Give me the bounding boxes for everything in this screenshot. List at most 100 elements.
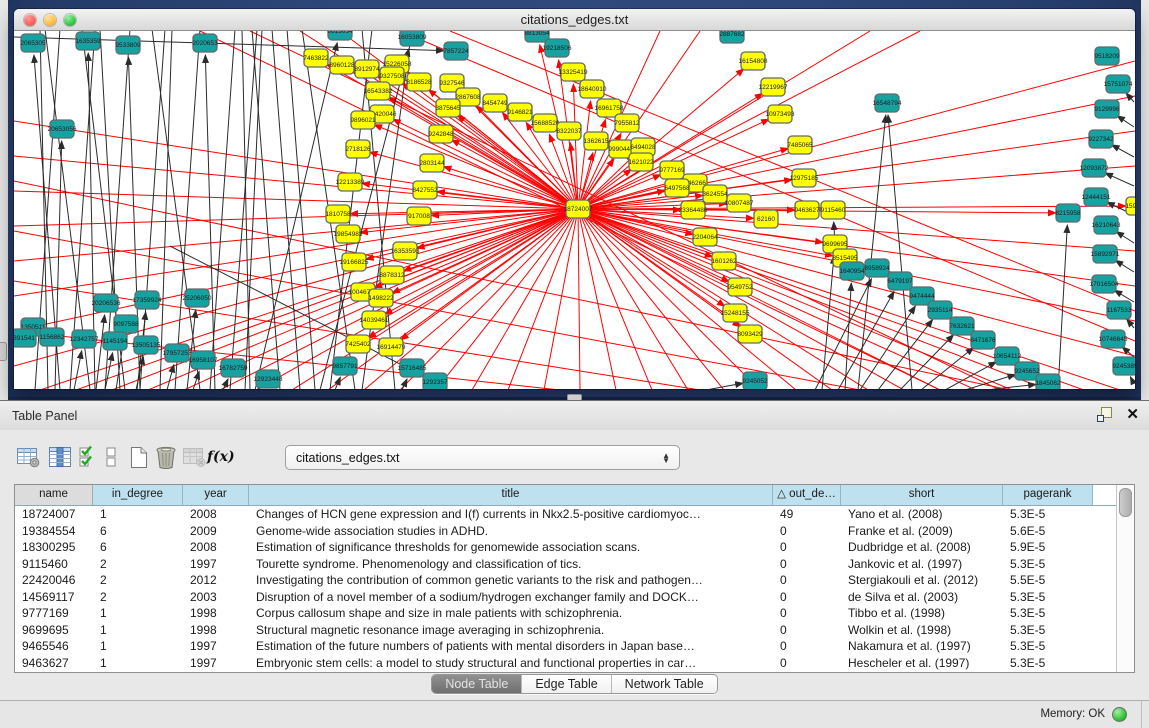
graph-edge[interactable] [822,256,834,389]
column-header-pagerank[interactable]: pagerank [1003,485,1093,505]
cell-short: Hescheler et al. (1997) [841,655,1003,672]
graph-node-label: 9474444 [909,293,935,300]
graph-edge[interactable] [370,152,578,209]
table-row[interactable]: 1456911722003Disruption of a novel membe… [15,589,1116,606]
function-builder-icon[interactable]: f(x) [207,444,235,470]
vertical-scrollbar[interactable] [1116,485,1134,672]
column-header-title[interactable]: title [249,485,773,505]
graph-edge[interactable] [578,209,1135,356]
graph-edge[interactable] [96,315,105,389]
tab-node-table[interactable]: Node Table [432,675,521,693]
table-panel-titlebar[interactable]: Table Panel ✕ [0,400,1149,431]
memory-status-led-icon[interactable] [1112,707,1127,722]
graph-edge[interactable] [14,209,578,296]
graph-edge[interactable] [578,61,1135,209]
network-svg[interactable]: 1872400774638228960128891297415226058932… [14,31,1135,389]
graph-node-label: 17359924 [133,297,162,304]
close-window-button[interactable] [24,14,36,26]
graph-edge[interactable] [578,209,1135,251]
close-panel-icon[interactable]: ✕ [1126,407,1139,422]
graph-edge[interactable] [160,31,172,389]
cell-year: 1997 [183,556,249,573]
graph-edge[interactable] [706,383,743,389]
graph-edge[interactable] [1114,290,1134,302]
table-row[interactable]: 977716911998Corpus callosum shape and si… [15,605,1116,622]
graph-edge[interactable] [14,191,578,209]
graph-edge[interactable] [1115,260,1134,272]
clear-selection-checkboxes-icon[interactable] [104,444,118,470]
table-row[interactable]: 969969511998Structural magnetic resonanc… [15,622,1116,639]
table-row[interactable]: 911546021997Tourette syndrome. Phenomeno… [15,556,1116,573]
network-canvas[interactable]: 1872400774638228960128891297415226058932… [14,31,1135,389]
graph-node-label: 9327546 [439,80,465,87]
network-view-window[interactable]: citations_edges.txt 18724007746382289601… [14,9,1135,389]
graph-edge[interactable] [205,55,215,389]
column-header-year[interactable]: year [183,485,249,505]
cell-out_degree: 0 [773,539,841,556]
graph-edge[interactable] [1116,231,1134,243]
graph-edge[interactable] [578,206,1126,209]
graph-edge[interactable] [858,115,886,389]
cell-short: Jankovic et al. (1997) [841,556,1003,573]
show-columns-icon[interactable] [48,444,73,470]
float-panel-icon[interactable] [1097,407,1112,422]
graph-node-label: 1362615 [583,138,609,145]
graph-edge[interactable] [252,31,280,389]
graph-edge[interactable] [578,209,904,389]
graph-edge[interactable] [578,209,796,389]
table-row[interactable]: 1830029562008Estimation of significance … [15,539,1116,556]
table-row[interactable]: 2242004622012Investigating the contribut… [15,572,1116,589]
graph-node-label: 9518209 [1094,53,1120,60]
graph-edge[interactable] [335,377,340,389]
graph-node-label: 7632621 [949,323,975,330]
tab-edge-table[interactable]: Edge Table [521,675,610,693]
graph-edge[interactable] [400,209,578,389]
graph-edge[interactable] [1122,347,1134,357]
graph-edge[interactable] [1130,377,1134,384]
graph-edge[interactable] [74,351,82,389]
graph-edge[interactable] [55,141,62,389]
table-settings-icon[interactable] [16,444,41,470]
select-all-checkboxes-icon[interactable] [78,444,100,470]
graph-node-label: 7857224 [443,48,469,55]
table-select-value: citations_edges.txt [296,451,662,465]
graph-edge[interactable] [578,209,1012,389]
column-header-name[interactable]: name [15,485,93,505]
column-header-short[interactable]: short [841,485,1003,505]
delete-attribute-trash-icon[interactable] [154,444,178,470]
graph-edge[interactable] [578,209,1120,389]
graph-edge[interactable] [1117,116,1134,127]
delete-table-icon [182,444,207,470]
table-row[interactable]: 1938455462009Genome-wide association stu… [15,523,1116,540]
cell-in_degree: 1 [93,655,183,672]
graph-edge[interactable] [1112,145,1134,157]
graph-edge[interactable] [175,31,200,389]
zoom-window-button[interactable] [64,14,76,26]
minimize-window-button[interactable] [44,14,56,26]
graph-edge[interactable] [140,31,165,389]
splitter-collapse-handle[interactable] [0,342,7,361]
window-controls [24,14,76,26]
scrollbar-thumb[interactable] [1119,488,1132,517]
table-row[interactable]: 1872400712008Changes of HCN gene express… [15,506,1116,523]
graph-edge[interactable] [578,96,1135,209]
new-table-icon[interactable] [128,444,150,470]
cell-pagerank: 5.6E-5 [1003,523,1093,540]
column-header-in_degree[interactable]: in_degree [93,485,183,505]
table-row[interactable]: 946554611997Estimation of the future num… [15,638,1116,655]
graph-node-label: 8813054 [524,31,550,37]
graph-node-label: 16353593 [391,248,420,255]
table-select-dropdown[interactable]: citations_edges.txt ▲▼ [285,445,680,470]
graph-edge[interactable] [578,209,1048,389]
graph-edge[interactable] [578,209,760,389]
column-header-out_degree[interactable]: △ out_de… [773,485,841,505]
network-window-titlebar[interactable]: citations_edges.txt [14,9,1135,31]
table-row[interactable]: 946362711997Embryonic stem cells: a mode… [15,655,1116,672]
graph-edge[interactable] [860,306,915,389]
graph-node-label: 16782759 [219,365,248,372]
cell-out_degree: 0 [773,523,841,540]
graph-edge[interactable] [1105,173,1134,186]
tab-network-table[interactable]: Network Table [611,675,717,693]
graph-edge[interactable] [544,209,578,389]
cell-in_degree: 1 [93,638,183,655]
